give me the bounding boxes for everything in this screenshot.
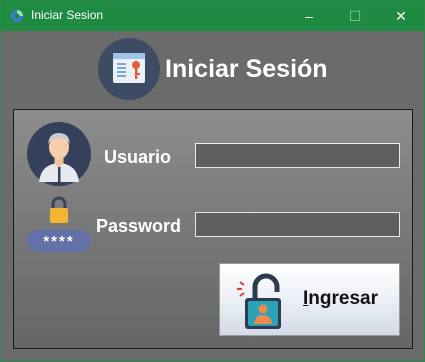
minimize-button[interactable]: –: [286, 1, 332, 31]
maximize-button[interactable]: ☐: [332, 1, 378, 31]
login-button[interactable]: Ingresar: [219, 263, 400, 336]
username-label: Usuario: [104, 147, 172, 167]
header: Iniciar Sesión: [1, 31, 424, 109]
login-panel: Usuario **** Password Ingresar: [13, 109, 413, 349]
password-mask-badge: ****: [27, 230, 91, 252]
password-field[interactable]: [195, 212, 400, 237]
page-title: Iniciar Sesión: [165, 55, 328, 83]
id-card-key-icon: [98, 38, 160, 100]
login-button-label-rest: ngresar: [308, 288, 378, 309]
padlock-icon: [50, 196, 68, 223]
login-button-label: Ingresar: [303, 288, 378, 310]
app-icon: [11, 10, 23, 22]
password-label: Password: [96, 216, 182, 236]
close-button[interactable]: ✕: [378, 1, 424, 31]
user-avatar-icon: [27, 122, 91, 186]
title-bar[interactable]: Iniciar Sesion – ☐ ✕: [1, 1, 424, 31]
unlocked-padlock-user-icon: [237, 273, 281, 329]
login-window: Iniciar Sesion – ☐ ✕ Iniciar Sesión Usua…: [0, 0, 425, 362]
window-title: Iniciar Sesion: [31, 8, 104, 22]
username-field[interactable]: [195, 143, 400, 168]
